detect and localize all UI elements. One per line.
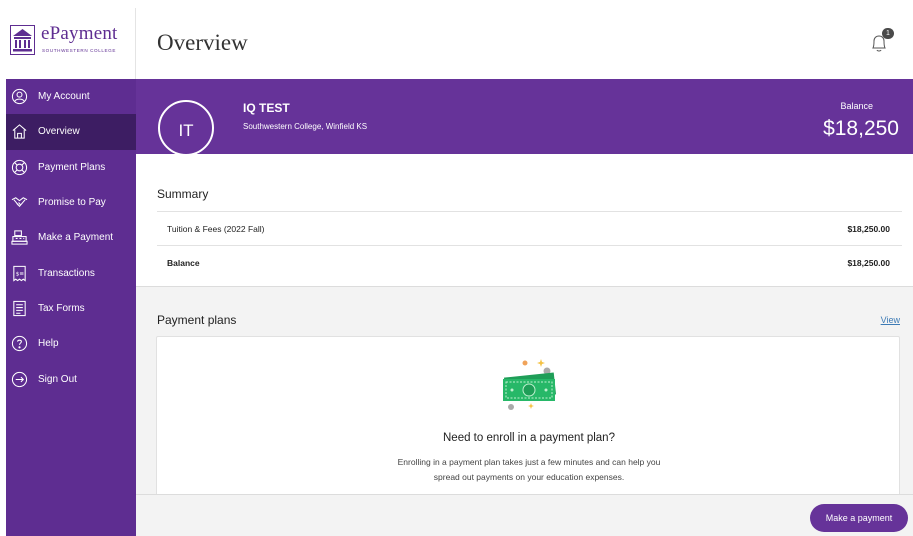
make-a-payment-button[interactable]: Make a payment	[810, 504, 908, 532]
help-circle-icon	[11, 335, 28, 352]
balance-value: $18,250	[823, 117, 899, 140]
view-payment-plans-link[interactable]: View	[881, 315, 900, 325]
summary-section: Summary Tuition & Fees (2022 Fall) $18,2…	[136, 154, 913, 287]
sidebar: ePayment SOUTHWESTERN COLLEGE My Account…	[6, 8, 136, 536]
top-header: Overview 1	[136, 8, 913, 79]
user-name: IQ TEST	[243, 101, 290, 115]
sidebar-item-make-a-payment[interactable]: Make a Payment	[6, 220, 136, 255]
balance-label: Balance	[840, 101, 873, 111]
sidebar-nav: My Account Overview Payment Plans Promis…	[6, 79, 136, 397]
sidebar-item-label: Promise to Pay	[38, 197, 106, 209]
receipt-icon: $≡	[11, 265, 28, 282]
main-content: Summary Tuition & Fees (2022 Fall) $18,2…	[136, 154, 913, 494]
notification-badge: 1	[882, 28, 894, 39]
document-icon	[11, 300, 28, 317]
summary-row-amount: $18,250.00	[847, 223, 890, 234]
brand-name: ePayment	[41, 23, 118, 44]
sidebar-item-label: Sign Out	[38, 373, 77, 385]
sign-out-icon	[11, 371, 28, 388]
sidebar-item-label: Help	[38, 338, 59, 350]
enroll-description: Enrolling in a payment plan takes just a…	[157, 455, 901, 485]
sidebar-item-help[interactable]: Help	[6, 326, 136, 361]
handshake-icon	[11, 194, 28, 211]
summary-row-amount: $18,250.00	[847, 257, 890, 268]
lifebuoy-icon	[11, 159, 28, 176]
summary-row: Tuition & Fees (2022 Fall) $18,250.00	[157, 211, 902, 245]
avatar: IT	[158, 100, 214, 156]
cash-register-icon	[11, 229, 28, 246]
sidebar-item-transactions[interactable]: $≡ Transactions	[6, 255, 136, 290]
sidebar-item-label: Tax Forms	[38, 302, 85, 314]
enroll-description-line: spread out payments on your education ex…	[433, 472, 625, 482]
home-icon	[11, 123, 28, 140]
sidebar-item-payment-plans[interactable]: Payment Plans	[6, 150, 136, 185]
brand-header[interactable]: ePayment SOUTHWESTERN COLLEGE	[6, 8, 136, 79]
brand-subtitle: SOUTHWESTERN COLLEGE	[42, 48, 117, 53]
svg-text:$≡: $≡	[16, 271, 25, 277]
sidebar-item-label: My Account	[38, 91, 90, 103]
summary-row-label: Tuition & Fees (2022 Fall)	[167, 223, 265, 234]
profile-banner: IT IQ TEST Southwestern College, Winfiel…	[136, 79, 913, 156]
enroll-description-line: Enrolling in a payment plan takes just a…	[397, 457, 661, 467]
sidebar-item-overview[interactable]: Overview	[6, 114, 136, 150]
sidebar-item-tax-forms[interactable]: Tax Forms	[6, 291, 136, 326]
page-title: Overview	[157, 30, 248, 55]
summary-row: Balance $18,250.00	[157, 245, 902, 279]
sidebar-item-label: Payment Plans	[38, 161, 106, 173]
sidebar-item-my-account[interactable]: My Account	[6, 79, 136, 114]
payment-plans-card: Need to enroll in a payment plan? Enroll…	[156, 336, 900, 494]
college-building-icon	[10, 25, 35, 55]
user-school: Southwestern College, Winfield KS	[243, 122, 368, 131]
payment-plans-title: Payment plans	[157, 313, 237, 327]
sidebar-item-promise-to-pay[interactable]: Promise to Pay	[6, 185, 136, 220]
summary-title: Summary	[157, 187, 209, 201]
summary-row-label: Balance	[167, 257, 200, 268]
sidebar-item-label: Make a Payment	[38, 232, 114, 244]
user-circle-icon	[11, 88, 28, 105]
enroll-heading: Need to enroll in a payment plan?	[443, 432, 615, 444]
footer-bar: Make a payment	[136, 494, 913, 536]
sidebar-item-label: Overview	[38, 126, 80, 138]
money-bills-icon	[503, 359, 557, 410]
sidebar-item-sign-out[interactable]: Sign Out	[6, 361, 136, 396]
sidebar-item-label: Transactions	[38, 267, 95, 279]
